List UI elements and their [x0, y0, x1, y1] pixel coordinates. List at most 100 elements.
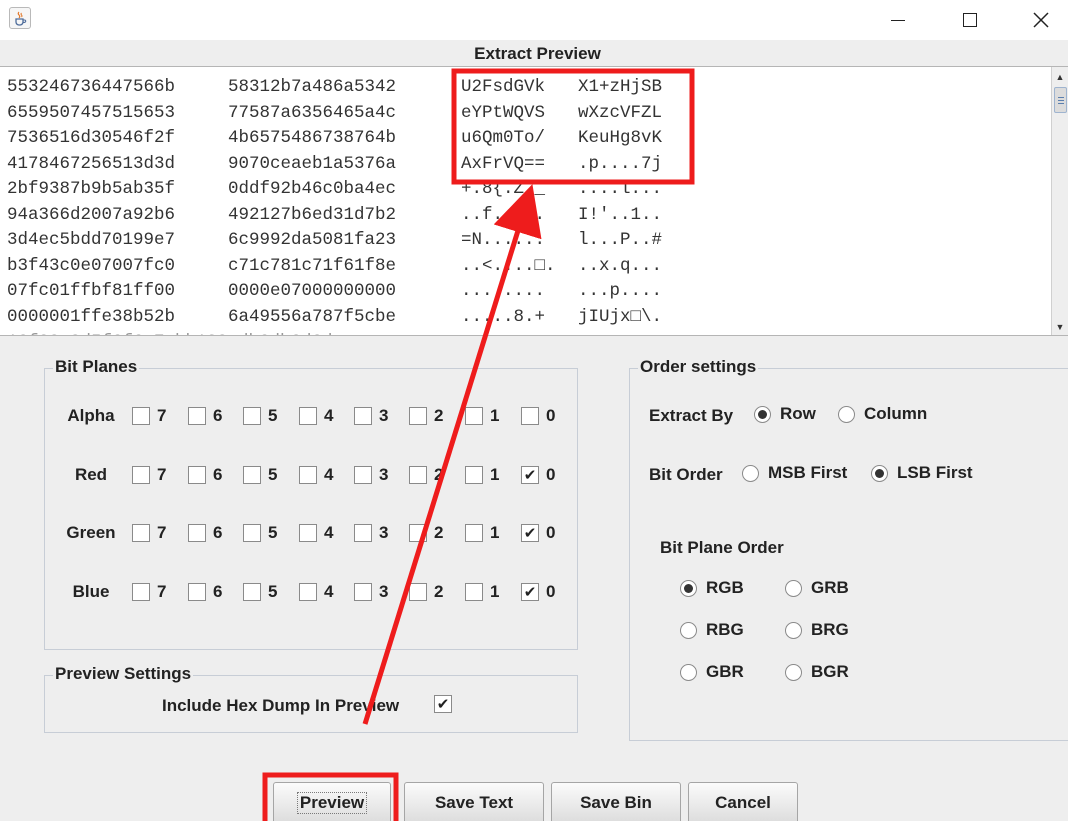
- bit-checkbox[interactable]: [132, 583, 150, 601]
- bit-number-label: 0: [546, 465, 556, 484]
- bit-checkbox[interactable]: [354, 524, 372, 542]
- bit-number-label: 4: [324, 465, 334, 484]
- radio-label[interactable]: LSB First: [897, 463, 973, 483]
- bit-checkbox[interactable]: [188, 466, 206, 484]
- preview-text-area[interactable]: 553246736447566b 6559507457515653 7536516d…: [0, 66, 1068, 336]
- java-coffee-icon: [9, 7, 31, 29]
- bit-number-label: 4: [324, 523, 334, 542]
- radio-label[interactable]: GRB: [811, 578, 849, 598]
- bit-checkbox[interactable]: [132, 524, 150, 542]
- vertical-scrollbar[interactable]: ▲ ▼: [1051, 67, 1068, 335]
- ascii_col2-line: ..x.q...: [578, 255, 663, 276]
- hex_col2-line: 0ddf92b46c0ba4ec: [228, 179, 397, 199]
- bit-checkbox[interactable]: [299, 583, 317, 601]
- bit-checkbox[interactable]: [132, 466, 150, 484]
- maximize-icon: [963, 13, 977, 27]
- bit-checkbox[interactable]: [354, 583, 372, 601]
- save-text-button[interactable]: Save Text: [404, 782, 544, 821]
- title-bar: [0, 0, 1068, 40]
- radio-button[interactable]: [680, 622, 697, 639]
- hex_col1-line: 4178467256513d3d: [7, 153, 176, 174]
- radio-label[interactable]: MSB First: [768, 463, 847, 483]
- radio-button[interactable]: [742, 465, 759, 482]
- bit-checkbox[interactable]: [299, 524, 317, 542]
- radio-button[interactable]: [785, 664, 802, 681]
- cancel-button[interactable]: Cancel: [688, 782, 798, 821]
- maximize-button[interactable]: [935, 0, 1005, 40]
- radio-button[interactable]: [785, 580, 802, 597]
- bit-checkbox[interactable]: ✔: [521, 466, 539, 484]
- hex_col1-line: 07fc01ffbf81ff00: [7, 281, 176, 301]
- bit-checkbox[interactable]: [243, 407, 261, 425]
- bit-checkbox[interactable]: [409, 407, 427, 425]
- bit-number-label: 6: [213, 406, 223, 425]
- preview-button[interactable]: Preview: [273, 782, 391, 821]
- bit-number-label: 5: [268, 406, 278, 425]
- minimize-button[interactable]: [863, 0, 933, 40]
- hex_col1-line: b3f43c0e07007fc0: [7, 255, 176, 276]
- bit-checkbox[interactable]: ✔: [521, 524, 539, 542]
- bit-checkbox[interactable]: [243, 466, 261, 484]
- radio-button[interactable]: [680, 580, 697, 597]
- ascii_col1-line: AxFrVQ==: [461, 153, 546, 174]
- ascii_col2-line: ...p....: [578, 281, 663, 301]
- bit-checkbox[interactable]: [409, 466, 427, 484]
- bit-number-label: 6: [213, 582, 223, 601]
- bit-checkbox[interactable]: [188, 524, 206, 542]
- bit-planes-title: Bit Planes: [53, 357, 140, 377]
- bit-checkbox[interactable]: [409, 583, 427, 601]
- radio-label[interactable]: Column: [864, 404, 927, 424]
- bit-number-label: 3: [379, 523, 389, 542]
- radio-button[interactable]: [680, 664, 697, 681]
- close-button[interactable]: [1006, 0, 1068, 40]
- bit-checkbox[interactable]: [299, 407, 317, 425]
- bit-number-label: 4: [324, 582, 334, 601]
- radio-button[interactable]: [785, 622, 802, 639]
- bit-checkbox[interactable]: [188, 407, 206, 425]
- bit-number-label: 2: [434, 406, 444, 425]
- bit-checkbox[interactable]: [465, 524, 483, 542]
- radio-label[interactable]: BRG: [811, 620, 849, 640]
- bit-checkbox[interactable]: [465, 583, 483, 601]
- include-hex-checkbox[interactable]: ✔: [434, 695, 452, 713]
- ascii_col1-line: u6Qm0To/: [461, 128, 546, 148]
- radio-label[interactable]: BGR: [811, 662, 849, 682]
- hex_col2-line: 6c9992da5081fa23: [228, 230, 397, 250]
- bit-checkbox[interactable]: [465, 466, 483, 484]
- ascii_col1-line: =N......: [461, 230, 546, 250]
- scroll-thumb[interactable]: [1054, 87, 1067, 113]
- bit-number-label: 3: [379, 465, 389, 484]
- ascii_col2-line: X1+zHjSB: [578, 77, 663, 97]
- radio-label[interactable]: RGB: [706, 578, 744, 598]
- scroll-down-icon[interactable]: ▼: [1052, 319, 1068, 335]
- close-icon: [1033, 12, 1049, 28]
- bit-number-label: 0: [546, 406, 556, 425]
- save-bin-button[interactable]: Save Bin: [551, 782, 681, 821]
- bit-number-label: 3: [379, 582, 389, 601]
- hex_col2-line: 58312b7a486a5342: [228, 77, 397, 97]
- bit-checkbox[interactable]: [299, 466, 317, 484]
- hex_col1-line: 2bf9387b9b5ab35f: [7, 179, 176, 199]
- bit-checkbox[interactable]: [243, 583, 261, 601]
- bit-number-label: 5: [268, 582, 278, 601]
- bit-checkbox[interactable]: [243, 524, 261, 542]
- bit-checkbox[interactable]: [354, 466, 372, 484]
- radio-label[interactable]: Row: [780, 404, 816, 424]
- radio-button[interactable]: [838, 406, 855, 423]
- bit-checkbox[interactable]: [354, 407, 372, 425]
- bit-checkbox[interactable]: [132, 407, 150, 425]
- radio-label[interactable]: GBR: [706, 662, 744, 682]
- radio-button[interactable]: [871, 465, 888, 482]
- bit-checkbox[interactable]: [521, 407, 539, 425]
- bit-checkbox[interactable]: [188, 583, 206, 601]
- radio-button[interactable]: [754, 406, 771, 423]
- ascii-column-1: U2FsdGVk eYPtWQVS u6Qm0To/AxFrVQ== +.8{.Z._…: [461, 75, 556, 330]
- include-hex-label: Include Hex Dump In Preview: [162, 696, 400, 715]
- bit-checkbox[interactable]: [465, 407, 483, 425]
- scroll-up-icon[interactable]: ▲: [1052, 69, 1068, 85]
- bit-number-label: 1: [490, 582, 500, 601]
- ascii_col2-line: ....l...: [578, 179, 663, 199]
- bit-checkbox[interactable]: ✔: [521, 583, 539, 601]
- bit-checkbox[interactable]: [409, 524, 427, 542]
- radio-label[interactable]: RBG: [706, 620, 744, 640]
